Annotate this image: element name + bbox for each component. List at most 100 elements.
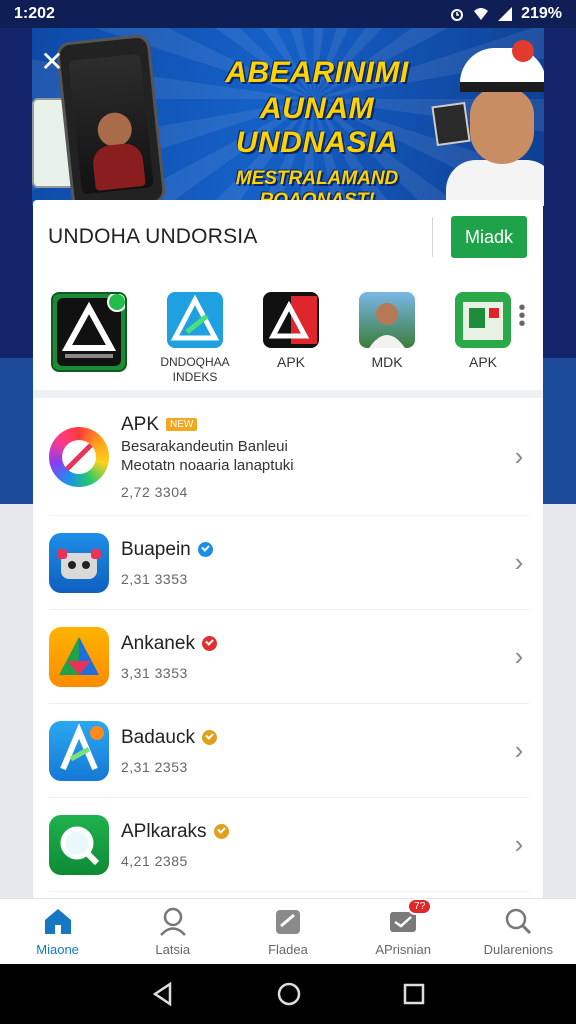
signal-icon [498, 7, 513, 21]
phone-screen [68, 53, 154, 195]
list-item[interactable]: Badauck 2,31 2353 › [49, 704, 529, 798]
ring-icon [49, 426, 109, 487]
nav-label: APrisnian [375, 942, 431, 957]
featured-apps-row: DNDOQHAA INDEKS APK MDK APK • • • [33, 274, 543, 398]
red-apk-shape [268, 296, 317, 344]
list-item[interactable]: Buapein 2,31 3353 › [49, 516, 529, 610]
list-item-count: 3,31 3353 [121, 664, 188, 681]
hat-band [460, 82, 544, 92]
list-item-title-row: Badauck [121, 727, 509, 749]
app-store-card: UNDOHA UNDORSIA Miadk DNDOQHAA INDEKS AP… [33, 200, 543, 900]
battery-level: 219% [521, 5, 562, 22]
verified-icon [197, 542, 213, 557]
notification-badge: 7? [407, 898, 433, 915]
list-item-text: APlkaraks 4,21 2385 [121, 821, 509, 869]
magnifier-shape [60, 826, 100, 865]
nav-home[interactable]: Miaone [8, 906, 108, 957]
featured-app-label: APK [468, 354, 497, 370]
bottom-navigation: Miaone Latsia Fladea 7? APrisnian Dulare… [0, 898, 576, 964]
verified-icon [201, 636, 217, 651]
app-list: APK NEW Besarakandeutin Banleui Meotatn … [33, 398, 543, 892]
featured-app-2[interactable]: DNDOQHAA INDEKS [146, 292, 244, 385]
nav-label: Miaone [36, 942, 79, 957]
list-item-title-row: APK NEW [121, 414, 509, 436]
red-decoration [512, 40, 534, 62]
phone-person-face [96, 110, 134, 149]
magnifier-icon [49, 814, 109, 875]
featured-app-4[interactable]: MDK [338, 292, 436, 370]
featured-app-label: APK [276, 354, 305, 370]
back-icon[interactable] [150, 981, 176, 1007]
list-item-text: Buapein 2,31 3353 [121, 539, 509, 587]
robot-shape [57, 548, 101, 579]
list-item-title-row: Buapein [121, 539, 509, 561]
list-item-title: Ankanek [121, 632, 195, 654]
home-button-icon[interactable] [275, 980, 303, 1008]
chevron-right-icon[interactable]: › [509, 547, 529, 578]
status-icons: 219% [449, 5, 562, 23]
list-item-title: Buapein [121, 538, 191, 560]
list-item-count: 2,31 3353 [121, 570, 188, 587]
promo-banner[interactable]: ABEARINIMI AUNAM UNDNASIA MESTRALAMAND R… [32, 28, 544, 206]
status-time: 1:202 [14, 5, 55, 22]
close-icon[interactable]: ✕ [38, 48, 66, 76]
phone-person-body [91, 141, 146, 191]
green-apk-icon [455, 292, 511, 348]
blue-a-shape [170, 294, 220, 341]
list-item-title-row: Ankanek [121, 633, 509, 655]
featured-app-3[interactable]: APK [242, 292, 340, 370]
portrait-shape [369, 303, 405, 348]
header-actions: Miadk [431, 216, 527, 258]
banner-line-2: AUNAM UNDNASIA [235, 92, 399, 159]
list-item[interactable]: APlkaraks 4,21 2385 › [49, 798, 529, 892]
list-item-title: APK [121, 413, 160, 435]
status-bar: 1:202 219% [0, 0, 576, 28]
list-item[interactable]: Ankanek 3,31 3353 › [49, 610, 529, 704]
edit-icon [275, 910, 300, 934]
apk-green-icon [51, 292, 127, 372]
verified-icon [201, 730, 217, 745]
nav-profile[interactable]: Latsia [123, 906, 223, 957]
featured-app-label: MDK [371, 354, 403, 370]
verified-icon [213, 824, 229, 839]
header-action-button[interactable]: Miadk [450, 216, 527, 258]
nav-label: Fladea [268, 942, 308, 957]
chevron-right-icon[interactable]: › [509, 441, 529, 472]
green-apk-shape [463, 302, 503, 340]
nav-inbox[interactable]: 7? APrisnian [353, 898, 453, 957]
more-options-icon[interactable]: • • • [515, 298, 529, 334]
list-item-title-row: APlkaraks [121, 821, 509, 843]
list-item-title: APlkaraks [121, 820, 207, 842]
portrait-icon [359, 292, 415, 348]
update-badge [107, 294, 125, 312]
banner-line-1: ABEARINIMI [225, 56, 409, 89]
list-item-count: 2,72 3304 [121, 483, 188, 500]
page-title: UNDOHA UNDORSIA [48, 225, 258, 248]
featured-app-1[interactable] [50, 292, 128, 372]
nav-label: Dularenions [483, 942, 554, 957]
wifi-icon [474, 8, 489, 20]
list-item-description-2: Meotatn noaaria lanaptuki [121, 456, 294, 474]
nav-label: Latsia [155, 942, 191, 957]
recents-icon[interactable] [402, 982, 426, 1006]
system-navigation-bar [0, 964, 576, 1024]
triangle-shape [59, 636, 99, 675]
banner-headline: ABEARINIMI AUNAM UNDNASIA MESTRALAMAND R… [182, 56, 452, 206]
list-item-count: 2,31 2353 [121, 758, 188, 775]
person-icon [159, 907, 186, 936]
list-item-text: Badauck 2,31 2353 [121, 727, 509, 775]
list-item-title: Badauck [121, 726, 195, 748]
list-item-text: APK NEW Besarakandeutin Banleui Meotatn … [121, 414, 509, 500]
nav-edit[interactable]: Fladea [238, 906, 338, 957]
list-item-description: Besarakandeutin Banleui [121, 437, 288, 455]
chevron-right-icon[interactable]: › [509, 735, 529, 766]
red-apk-icon [263, 292, 319, 348]
phone-illustration [55, 33, 167, 206]
home-icon [44, 909, 71, 934]
list-item-text: Ankanek 3,31 3353 [121, 633, 509, 681]
robot-icon [49, 532, 109, 593]
chevron-right-icon[interactable]: › [509, 641, 529, 672]
list-item[interactable]: APK NEW Besarakandeutin Banleui Meotatn … [49, 398, 529, 516]
nav-search[interactable]: Dularenions [468, 906, 568, 957]
chevron-right-icon[interactable]: › [509, 829, 529, 860]
